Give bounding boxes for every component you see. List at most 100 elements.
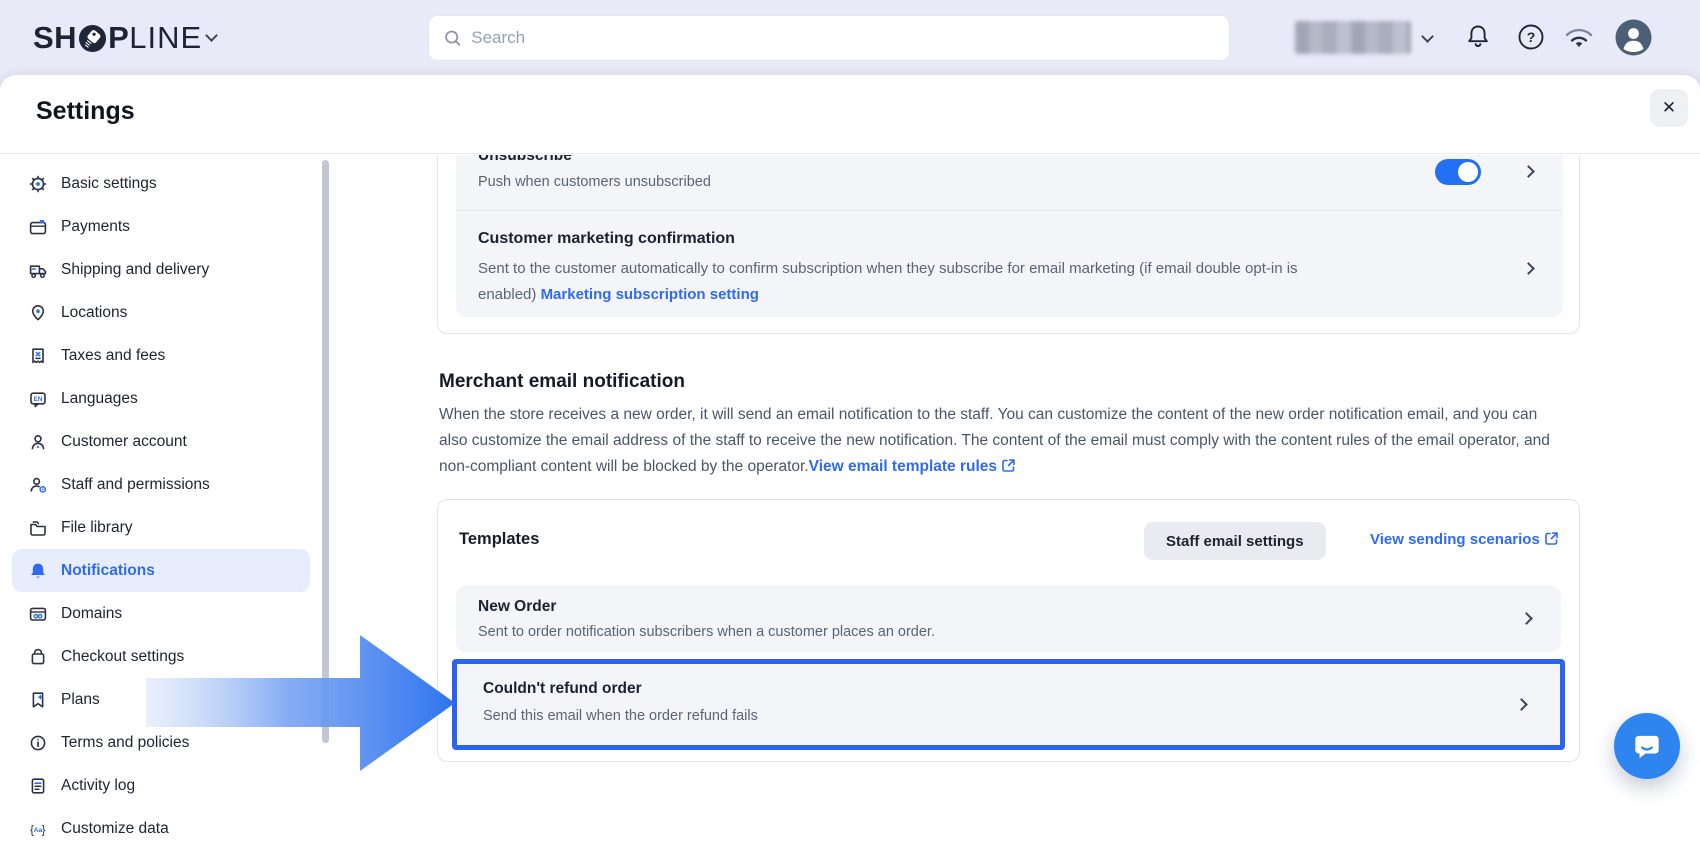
sidebar-item-label: Locations bbox=[61, 304, 127, 322]
sidebar-item-label: Shipping and delivery bbox=[61, 261, 209, 279]
map-pin-icon bbox=[28, 303, 48, 323]
logo-text-sh: SH bbox=[33, 20, 77, 56]
sidebar-item-label: Languages bbox=[61, 390, 138, 408]
search-icon bbox=[443, 28, 462, 48]
sidebar-item-label: Notifications bbox=[61, 562, 155, 580]
row-description: Sent to the customer automatically to co… bbox=[478, 256, 1323, 308]
marketing-subscription-link[interactable]: Marketing subscription setting bbox=[541, 286, 759, 303]
wifi-icon[interactable] bbox=[1562, 25, 1596, 53]
sidebar-item-activity-log[interactable]: Activity log bbox=[12, 764, 310, 807]
logo-text-p: P bbox=[108, 20, 129, 56]
row-subtitle: Push when customers unsubscribed bbox=[478, 174, 711, 190]
sidebar-item-label: Customize data bbox=[61, 820, 169, 838]
user-gear-icon bbox=[28, 475, 48, 495]
customer-email-card: Unsubscribe Push when customers unsubscr… bbox=[437, 155, 1580, 334]
unsubscribe-toggle[interactable] bbox=[1435, 159, 1481, 185]
row-title: Customer marketing confirmation bbox=[478, 230, 735, 248]
external-link-icon bbox=[1001, 458, 1016, 473]
sidebar-item-taxes-and-fees[interactable]: Taxes and fees bbox=[12, 334, 310, 377]
row-title: New Order bbox=[478, 598, 556, 616]
sidebar-item-checkout-settings[interactable]: Checkout settings bbox=[12, 635, 310, 678]
sidebar-item-payments[interactable]: Payments bbox=[12, 205, 310, 248]
customer-email-rows: Unsubscribe Push when customers unsubscr… bbox=[456, 155, 1563, 317]
info-circle-icon bbox=[28, 733, 48, 753]
chevron-right-icon bbox=[1522, 165, 1535, 178]
logo-text-line: LINE bbox=[129, 20, 202, 56]
sidebar-item-customize-data[interactable]: {}Aa Customize data bbox=[12, 807, 310, 850]
sidebar-item-domains[interactable]: Domains bbox=[12, 592, 310, 635]
bell-icon bbox=[28, 561, 48, 581]
row-title: Unsubscribe bbox=[478, 155, 572, 165]
sidebar-item-label: Basic settings bbox=[61, 175, 157, 193]
svg-text:?: ? bbox=[1527, 29, 1536, 45]
templates-card: Templates Staff email settings View send… bbox=[437, 499, 1580, 762]
templates-title: Templates bbox=[459, 530, 539, 549]
close-icon[interactable]: ✕ bbox=[1650, 89, 1688, 127]
sidebar-item-staff-and-permissions[interactable]: Staff and permissions bbox=[12, 463, 310, 506]
shopline-logo[interactable]: SH P LINE bbox=[33, 17, 202, 59]
template-row-couldnt-refund-order[interactable]: Couldn't refund order Send this email wh… bbox=[452, 659, 1565, 750]
bell-icon[interactable] bbox=[1464, 22, 1492, 52]
help-icon[interactable]: ? bbox=[1516, 22, 1546, 52]
email-template-rules-link[interactable]: View email template rules bbox=[809, 458, 997, 475]
gear-icon bbox=[28, 174, 48, 194]
sidebar-item-label: Checkout settings bbox=[61, 648, 184, 666]
sidebar-item-basic-settings[interactable]: Basic settings bbox=[12, 162, 310, 205]
sidebar-item-file-library[interactable]: File library bbox=[12, 506, 310, 549]
sidebar-item-plans[interactable]: Plans bbox=[12, 678, 310, 721]
sidebar-item-label: Customer account bbox=[61, 433, 187, 451]
row-subtitle: Sent to order notification subscribers w… bbox=[478, 624, 935, 640]
sidebar-item-shipping-and-delivery[interactable]: Shipping and delivery bbox=[12, 248, 310, 291]
language-bubble-icon: EN bbox=[28, 389, 48, 409]
chat-bubble-icon bbox=[1630, 729, 1664, 763]
modal-header: Settings ✕ bbox=[0, 75, 1700, 154]
bookmark-plus-icon bbox=[28, 690, 48, 710]
logo-chevron-down-icon[interactable] bbox=[205, 29, 218, 42]
settings-modal: Settings ✕ Basic settings Payments Shipp… bbox=[0, 75, 1700, 864]
template-row-new-order[interactable]: New Order Sent to order notification sub… bbox=[456, 586, 1561, 652]
sidebar-item-label: Activity log bbox=[61, 777, 135, 795]
sidebar-item-label: File library bbox=[61, 519, 132, 537]
browser-infinity-icon bbox=[28, 604, 48, 624]
view-sending-scenarios-link[interactable]: View sending scenarios bbox=[1370, 531, 1540, 548]
external-link-icon bbox=[1544, 531, 1559, 546]
view-sending-scenarios[interactable]: View sending scenarios bbox=[1370, 531, 1559, 548]
folder-icon bbox=[28, 518, 48, 538]
chevron-right-icon bbox=[1515, 698, 1528, 711]
shopping-bag-icon bbox=[28, 647, 48, 667]
section-description: When the store receives a new order, it … bbox=[439, 402, 1567, 480]
sidebar-item-label: Taxes and fees bbox=[61, 347, 165, 365]
search-input[interactable] bbox=[471, 28, 1215, 48]
user-icon bbox=[28, 432, 48, 452]
chat-widget-button[interactable] bbox=[1614, 713, 1680, 779]
row-title: Couldn't refund order bbox=[483, 680, 642, 698]
sidebar-item-label: Plans bbox=[61, 691, 100, 709]
sidebar-item-label: Domains bbox=[61, 605, 122, 623]
sidebar-item-locations[interactable]: Locations bbox=[12, 291, 310, 334]
svg-text:Aa: Aa bbox=[34, 827, 43, 834]
sidebar-scrollbar[interactable] bbox=[322, 160, 329, 743]
avatar-icon[interactable] bbox=[1615, 19, 1652, 56]
store-chevron-down-icon[interactable] bbox=[1421, 30, 1434, 43]
document-icon bbox=[28, 776, 48, 796]
search-bar[interactable] bbox=[428, 15, 1230, 61]
sidebar-item-label: Payments bbox=[61, 218, 130, 236]
receipt-icon bbox=[28, 346, 48, 366]
sidebar-item-label: Staff and permissions bbox=[61, 476, 210, 494]
truck-icon bbox=[28, 260, 48, 280]
sidebar-item-customer-account[interactable]: Customer account bbox=[12, 420, 310, 463]
row-divider bbox=[456, 210, 1563, 211]
sidebar-item-notifications[interactable]: Notifications bbox=[12, 549, 310, 592]
staff-email-settings-button[interactable]: Staff email settings bbox=[1144, 522, 1326, 560]
sidebar-item-label: Terms and policies bbox=[61, 734, 189, 752]
sidebar-item-terms-and-policies[interactable]: Terms and policies bbox=[12, 721, 310, 764]
svg-text:EN: EN bbox=[34, 396, 43, 403]
chevron-right-icon bbox=[1522, 262, 1535, 275]
tag-icon bbox=[78, 24, 107, 53]
page-title: Settings bbox=[36, 97, 135, 126]
sidebar-item-languages[interactable]: EN Languages bbox=[12, 377, 310, 420]
store-name-redacted bbox=[1295, 21, 1411, 54]
braces-icon: {}Aa bbox=[28, 819, 48, 839]
section-heading: Merchant email notification bbox=[439, 371, 685, 393]
row-subtitle: Send this email when the order refund fa… bbox=[483, 708, 758, 724]
